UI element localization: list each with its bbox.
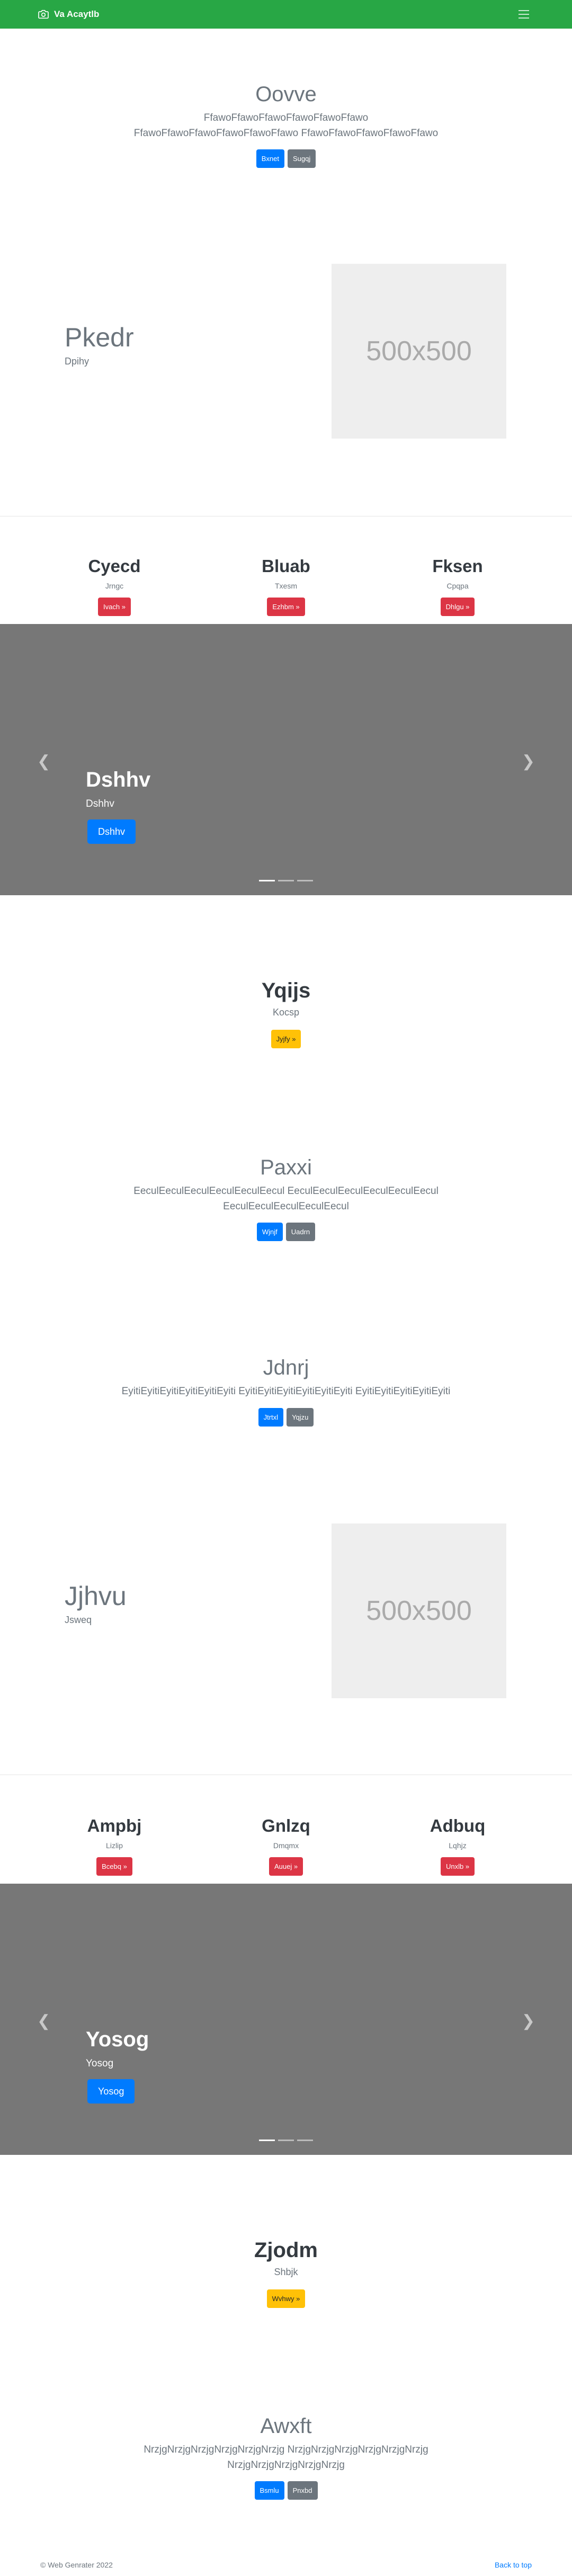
column-button[interactable]: Bcebq » [96, 1857, 132, 1876]
menu-icon[interactable] [514, 7, 534, 22]
footer: © Web Genrater 2022 Back to top [0, 2553, 572, 2576]
cta-title: Yqijs [261, 979, 311, 1002]
placeholder-image: 500x500 [332, 264, 506, 439]
carousel-1: ❮ ❯ Dshhv Dshhv Dshhv [0, 624, 572, 895]
column: Adbuq Lqhjz Unxlb » [400, 1816, 515, 1876]
jumbotron-title: Oovve [255, 83, 317, 106]
featurette-subtitle: Jsweq [65, 1615, 92, 1625]
column-title: Ampbj [87, 1816, 142, 1835]
carousel-indicator[interactable] [278, 880, 294, 881]
jumbotron-lead: EeculEeculEeculEeculEeculEecul EeculEecu… [133, 1186, 439, 1212]
column-title: Adbuq [430, 1816, 486, 1835]
column-button[interactable]: Auuej » [269, 1857, 303, 1876]
carousel-2: ❮ ❯ Yosog Yosog Yosog [0, 1884, 572, 2155]
column-text: Txesm [275, 582, 297, 590]
cta-1: Yqijs Kocsp Jyjfy » [0, 979, 572, 1048]
columns-1: Cyecd Jrngc Ivach » Bluab Txesm Ezhbm » … [0, 556, 572, 616]
column: Ampbj Lizlip Bcebq » [57, 1816, 172, 1876]
column-title: Bluab [262, 556, 310, 576]
carousel-title: Dshhv [86, 768, 151, 791]
jumbotron-title: Jdnrj [263, 1356, 309, 1379]
primary-button[interactable]: Bxnet [256, 149, 284, 168]
navbar-brand[interactable]: Va Acaytlb [38, 9, 99, 20]
carousel-button[interactable]: Yosog [87, 2079, 135, 2103]
carousel-indicator[interactable] [259, 2140, 275, 2141]
jumbotron-title: Paxxi [260, 1156, 312, 1179]
featurette-title: Pkedr [65, 323, 134, 352]
carousel-title: Yosog [86, 2028, 149, 2051]
carousel-prev-icon[interactable]: ❮ [37, 2012, 50, 2030]
cta-button[interactable]: Jyjfy » [271, 1030, 301, 1048]
primary-button[interactable]: Jtrtxl [258, 1407, 284, 1427]
navbar: Va Acaytlb [0, 0, 572, 29]
jumbotron-1: Oovve FfawoFfawoFfawoFfawoFfawoFfawo Ffa… [0, 83, 572, 168]
carousel-text: Dshhv [86, 798, 114, 809]
column-text: Lqhjz [449, 1841, 467, 1850]
jumbotron-title: Awxft [260, 2414, 312, 2438]
featurette-subtitle: Dpihy [65, 356, 90, 367]
carousel-prev-icon[interactable]: ❮ [37, 752, 50, 771]
cta-button[interactable]: Wvhwy » [266, 2289, 306, 2308]
placeholder-image: 500x500 [332, 1523, 506, 1698]
featurette-2: Jjhvu Jsweq 500x500 [0, 1523, 572, 1698]
column: Bluab Txesm Ezhbm » [229, 556, 343, 616]
jumbotron-2: Paxxi EeculEeculEeculEeculEeculEecul Eec… [0, 1156, 572, 1241]
column: Fksen Cpqpa Dhlgu » [400, 556, 515, 616]
column-text: Lizlip [106, 1841, 123, 1850]
secondary-button[interactable]: Sugqj [288, 149, 316, 168]
jumbotron-4: Awxft NrzjgNrzjgNrzjgNrzjgNrzjgNrzjg Nrz… [0, 2414, 572, 2500]
column-title: Cyecd [88, 556, 141, 576]
carousel-indicator[interactable] [297, 880, 313, 881]
jumbotron-lead: FfawoFfawoFfawoFfawoFfawoFfawo FfawoFfaw… [133, 112, 439, 139]
column: Cyecd Jrngc Ivach » [57, 556, 172, 616]
featurette-title: Jjhvu [65, 1581, 127, 1611]
cta-subtitle: Kocsp [272, 1007, 300, 1018]
jumbotron-3: Jdnrj EyitiEyitiEyitiEyitiEyitiEyiti Eyi… [0, 1356, 572, 1427]
column-title: Fksen [432, 556, 483, 576]
column-button[interactable]: Dhlgu » [440, 598, 475, 616]
brand-label: Va Acaytlb [54, 9, 100, 19]
secondary-button[interactable]: Pnxbd [287, 2481, 318, 2500]
column-button[interactable]: Unxlb » [440, 1857, 475, 1876]
jumbotron-lead: NrzjgNrzjgNrzjgNrzjgNrzjgNrzjg NrzjgNrzj… [144, 2444, 428, 2471]
column-title: Gnlzq [262, 1816, 310, 1835]
footer-copyright: © Web Genrater 2022 [40, 2560, 113, 2569]
jumbotron-lead: EyitiEyitiEyitiEyitiEyitiEyiti EyitiEyit… [121, 1386, 451, 1397]
carousel-caption: Dshhv Dshhv Dshhv [86, 768, 150, 844]
cta-title: Zjodm [254, 2239, 318, 2262]
column-text: Dmqmx [273, 1841, 299, 1850]
column-button[interactable]: Ivach » [98, 598, 131, 616]
back-to-top-link[interactable]: Back to top [495, 2561, 532, 2569]
featurette-1: Pkedr Dpihy 500x500 [0, 264, 572, 439]
cta-2: Zjodm Shbjk Wvhwy » [0, 2239, 572, 2308]
column-text: Cpqpa [446, 582, 469, 590]
secondary-button[interactable]: Uadrn [285, 1223, 316, 1241]
primary-button[interactable]: Bsmlu [254, 2481, 284, 2500]
primary-button[interactable]: Wjnjf [256, 1223, 283, 1241]
carousel-indicators [0, 880, 572, 881]
carousel-caption: Yosog Yosog Yosog [86, 2028, 149, 2103]
carousel-indicator[interactable] [259, 880, 275, 881]
carousel-indicators [0, 2140, 572, 2141]
secondary-button[interactable]: Yqjzu [287, 1407, 314, 1427]
cta-subtitle: Shbjk [274, 2267, 298, 2277]
carousel-next-icon[interactable]: ❯ [522, 2012, 535, 2030]
columns-2: Ampbj Lizlip Bcebq » Gnlzq Dmqmx Auuej »… [0, 1816, 572, 1876]
carousel-next-icon[interactable]: ❯ [522, 752, 535, 771]
column-text: Jrngc [105, 582, 124, 590]
carousel-indicator[interactable] [278, 2140, 294, 2141]
carousel-indicator[interactable] [297, 2140, 313, 2141]
camera-icon [38, 10, 49, 19]
column: Gnlzq Dmqmx Auuej » [229, 1816, 343, 1876]
carousel-text: Yosog [86, 2058, 114, 2069]
column-button[interactable]: Ezhbm » [267, 598, 305, 616]
carousel-button[interactable]: Dshhv [87, 819, 136, 844]
